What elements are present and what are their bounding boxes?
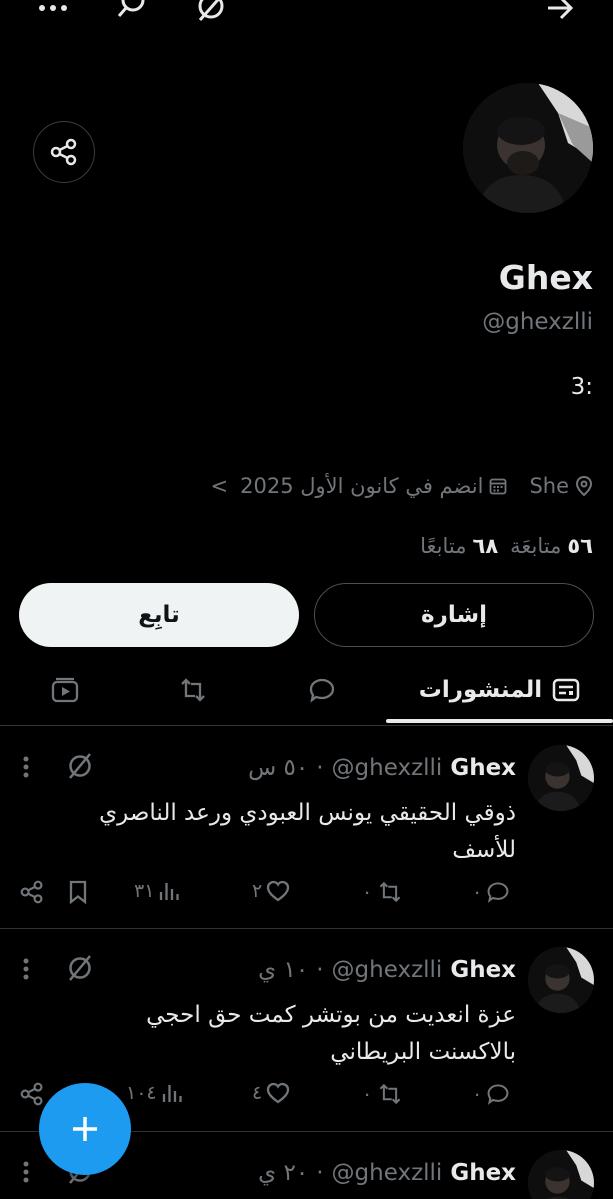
- profile-stats: ٥٦متابعَة ٦٨متابعًا: [420, 534, 593, 558]
- repost-count: ٠: [362, 881, 373, 903]
- tab-posts[interactable]: المنشورات: [386, 660, 613, 720]
- calendar-icon: [489, 477, 507, 495]
- profile-bio: 3:: [570, 374, 593, 400]
- tabs-divider: [0, 725, 613, 726]
- chevron-left-icon: <: [210, 474, 229, 498]
- following-label: متابعَة: [510, 534, 562, 558]
- heart-icon: [267, 1082, 290, 1104]
- grok-icon[interactable]: [66, 953, 94, 983]
- views-action[interactable]: ١٠٤: [126, 1082, 183, 1104]
- reply-icon: [487, 1084, 509, 1105]
- repost-count: ٠: [362, 1083, 373, 1105]
- views-count: ١٠٤: [126, 1082, 157, 1104]
- reply-icon: [487, 882, 509, 903]
- reply-action[interactable]: ٠: [472, 1082, 510, 1106]
- following-stat[interactable]: ٥٦متابعَة: [510, 534, 593, 558]
- share-action[interactable]: [20, 1082, 44, 1106]
- post-avatar[interactable]: [528, 947, 594, 1013]
- like-count: ٢: [252, 880, 263, 902]
- post-avatar[interactable]: [528, 745, 594, 811]
- post-time: ٢٠ ي: [258, 1160, 309, 1186]
- share-profile-button[interactable]: [33, 121, 95, 183]
- post-divider: [0, 928, 613, 929]
- followers-count: ٦٨: [472, 534, 499, 558]
- post-more-icon[interactable]: [22, 1160, 30, 1184]
- joined-text: انضم في كانون الأول 2025: [240, 474, 484, 498]
- views-icon: [162, 1085, 182, 1102]
- reply-count: ٠: [472, 881, 483, 903]
- bookmark-icon: [69, 880, 87, 904]
- views-icon: [160, 883, 180, 900]
- reply-action[interactable]: ٠: [472, 880, 510, 904]
- grok-icon[interactable]: [196, 0, 226, 24]
- post-header: Ghex @ghexzlli · ١٠ ي: [258, 947, 516, 993]
- post-time: ١٠ ي: [258, 957, 309, 983]
- location-pin-icon: [575, 475, 593, 497]
- followers-stat[interactable]: ٦٨متابعًا: [420, 534, 498, 558]
- reply-icon: [308, 677, 336, 703]
- profile-avatar[interactable]: [463, 83, 593, 213]
- following-count: ٥٦: [567, 534, 593, 558]
- views-action[interactable]: ٣١: [134, 880, 180, 902]
- post-more-icon[interactable]: [22, 957, 30, 981]
- heart-icon: [267, 880, 290, 902]
- bookmark-action[interactable]: [68, 880, 88, 904]
- location-text: She: [529, 474, 569, 498]
- location: She: [529, 474, 593, 498]
- post-header: Ghex @ghexzlli · ٥٠ س: [248, 745, 516, 791]
- post-author-name[interactable]: Ghex: [450, 755, 516, 781]
- post-actions: ٠ ٠ ٢ ٣١: [0, 880, 613, 914]
- media-icon: [50, 676, 80, 704]
- share-icon: [50, 138, 78, 166]
- like-count: ٤: [252, 1082, 263, 1104]
- post-author-handle[interactable]: @ghexzlli: [332, 957, 443, 983]
- post-author-handle[interactable]: @ghexzlli: [332, 755, 443, 781]
- posts-icon: [552, 678, 580, 702]
- post-text: ذوقي الحقيقي يونس العبودي ورعد الناصري ل…: [99, 800, 516, 863]
- joined-date[interactable]: انضم في كانون الأول 2025 <: [211, 474, 508, 498]
- reply-count: ٠: [472, 1083, 483, 1105]
- tab-replies[interactable]: [292, 660, 352, 720]
- views-count: ٣١: [134, 880, 155, 902]
- post-time: ٥٠ س: [248, 755, 309, 781]
- search-icon[interactable]: [117, 0, 147, 22]
- profile-name: Ghex: [498, 258, 593, 297]
- tab-media[interactable]: [35, 660, 95, 720]
- more-icon[interactable]: [38, 0, 68, 16]
- profile-meta: She انضم في كانون الأول 2025 <: [211, 470, 593, 502]
- share-icon: [20, 1082, 43, 1106]
- post-author-name[interactable]: Ghex: [450, 1160, 516, 1186]
- tab-active-indicator: [386, 719, 613, 723]
- post-avatar[interactable]: [528, 1150, 594, 1199]
- like-action[interactable]: ٤: [252, 1082, 290, 1104]
- post-separator: ·: [316, 755, 324, 781]
- mention-button[interactable]: إشارة: [314, 583, 594, 647]
- like-action[interactable]: ٢: [252, 880, 290, 902]
- plus-icon: [69, 1113, 101, 1145]
- post-more-icon[interactable]: [22, 755, 30, 779]
- back-arrow-icon[interactable]: [545, 0, 575, 22]
- repost-action[interactable]: ٠: [362, 1082, 404, 1106]
- repost-action[interactable]: ٠: [362, 880, 404, 904]
- followers-label: متابعًا: [420, 534, 467, 558]
- share-icon: [20, 880, 43, 904]
- post-separator: ·: [316, 1160, 324, 1186]
- post-author-name[interactable]: Ghex: [450, 957, 516, 983]
- post-separator: ·: [316, 957, 324, 983]
- repost-icon: [177, 677, 209, 703]
- post[interactable]: Ghex @ghexzlli · ٥٠ س ذوقي الحقيقي يونس …: [0, 745, 613, 915]
- profile-tabs: المنشورات: [0, 660, 613, 724]
- grok-icon[interactable]: [66, 751, 94, 781]
- tab-posts-label: المنشورات: [418, 677, 543, 703]
- compose-post-button[interactable]: [39, 1083, 131, 1175]
- post-author-handle[interactable]: @ghexzlli: [332, 1160, 443, 1186]
- follow-button[interactable]: تابِع: [19, 583, 299, 647]
- profile-handle: @ghexzlli: [482, 309, 593, 335]
- repost-icon: [379, 881, 401, 903]
- share-action[interactable]: [20, 880, 44, 904]
- tab-reposts[interactable]: [163, 660, 223, 720]
- repost-icon: [379, 1083, 401, 1105]
- post-header: Ghex @ghexzlli · ٢٠ ي: [258, 1150, 516, 1196]
- post-text: عزة انعديت من بوتشر كمت حق احجي بالاكسنت…: [146, 1002, 516, 1065]
